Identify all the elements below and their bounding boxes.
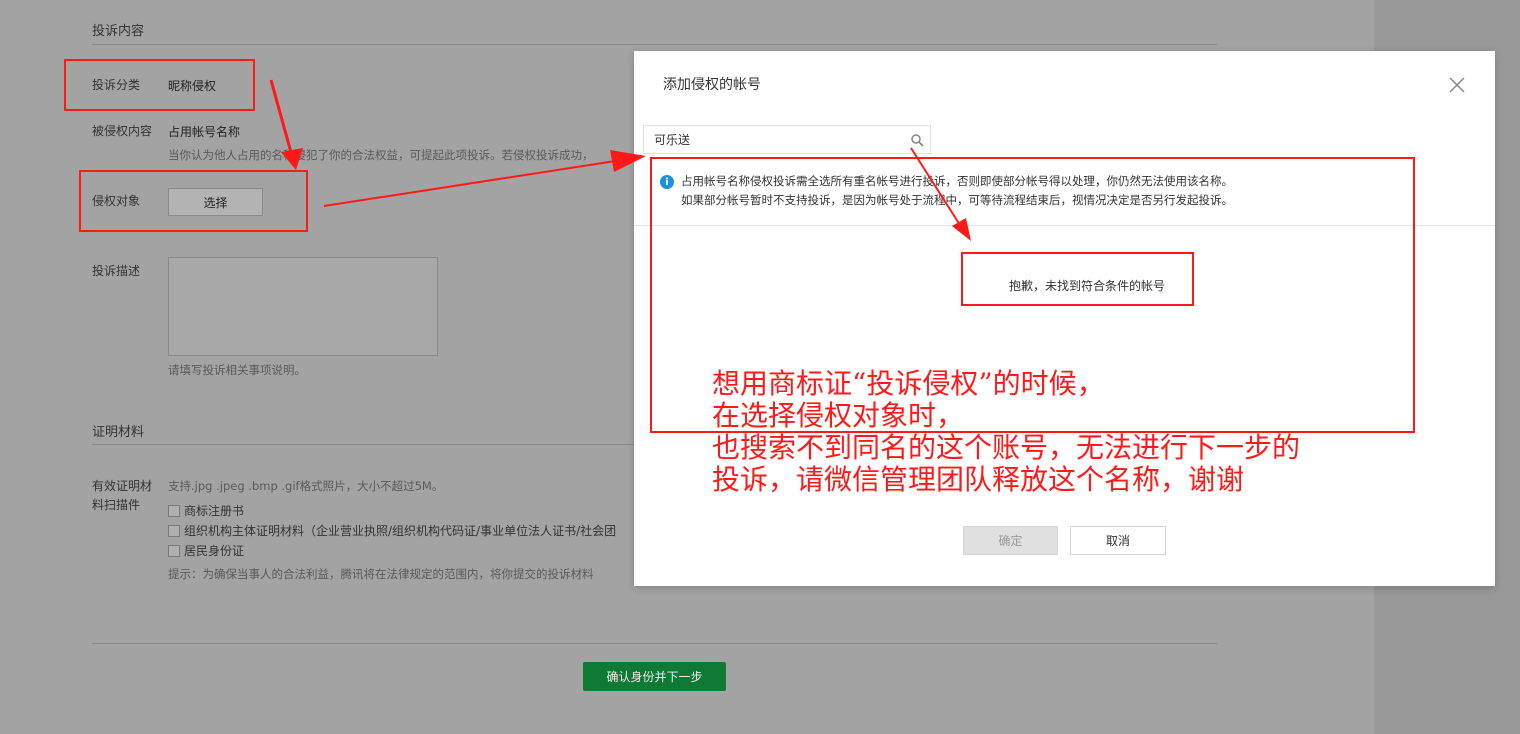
annotation-line-3: 也搜索不到同名的这个账号，无法进行下一步的 bbox=[712, 431, 1301, 464]
annotation-box-target bbox=[79, 170, 308, 232]
confirm-next-button[interactable]: 确认身份并下一步 bbox=[583, 662, 726, 691]
description-hint: 请填写投诉相关事项说明。 bbox=[168, 363, 306, 377]
checkbox-label: 组织机构主体证明材料（企业营业执照/组织机构代码证/事业单位法人证书/社会团 bbox=[184, 524, 617, 538]
infringed-content-value: 占用帐号名称 bbox=[168, 125, 241, 139]
checkbox-id-card[interactable]: 居民身份证 bbox=[168, 542, 244, 559]
section-title-proof: 证明材料 bbox=[92, 425, 145, 440]
cancel-button[interactable]: 取消 bbox=[1070, 526, 1166, 555]
footer-hint: 提示：为确保当事人的合法利益，腾讯将在法律规定的范围内，将你提交的投诉材料 bbox=[168, 567, 594, 581]
infringed-content-label: 被侵权内容 bbox=[92, 124, 153, 138]
proof-hint: 支持.jpg .jpeg .bmp .gif格式照片，大小不超过5M。 bbox=[168, 479, 444, 493]
annotation-line-4: 投诉，请微信管理团队释放这个名称，谢谢 bbox=[712, 463, 1245, 496]
divider bbox=[92, 643, 1217, 644]
checkbox-box[interactable] bbox=[168, 544, 180, 557]
checkbox-organization[interactable]: 组织机构主体证明材料（企业营业执照/组织机构代码证/事业单位法人证书/社会团 bbox=[168, 522, 616, 539]
annotation-line-1: 想用商标证“投诉侵权”的时候， bbox=[712, 367, 1105, 400]
search-icon[interactable] bbox=[910, 133, 924, 147]
section-title-complaint: 投诉内容 bbox=[92, 24, 145, 39]
description-textarea[interactable] bbox=[168, 257, 438, 356]
account-search-input[interactable]: 可乐送 bbox=[643, 125, 931, 154]
checkbox-box[interactable] bbox=[168, 524, 180, 537]
checkbox-label: 居民身份证 bbox=[184, 544, 245, 558]
proof-label-line1: 有效证明材 bbox=[92, 479, 153, 493]
annotation-box-category bbox=[64, 59, 255, 111]
checkbox-label: 商标注册书 bbox=[184, 504, 245, 518]
infringed-hint: 当你认为他人占用的名称侵犯了你的合法权益，可提起此项投诉。若侵权投诉成功， bbox=[168, 148, 594, 162]
annotation-box-empty bbox=[961, 252, 1194, 306]
checkbox-trademark[interactable]: 商标注册书 bbox=[168, 502, 244, 519]
confirm-button[interactable]: 确定 bbox=[963, 526, 1058, 555]
close-icon[interactable] bbox=[1447, 75, 1467, 95]
proof-label-line2: 料扫描件 bbox=[92, 498, 141, 512]
annotation-text: 想用商标证“投诉侵权”的时候， 在选择侵权对象时， 也搜索不到同名的这个账号，无… bbox=[712, 368, 1300, 496]
search-input-value: 可乐送 bbox=[654, 133, 691, 147]
dialog-title: 添加侵权的帐号 bbox=[663, 77, 761, 93]
description-label: 投诉描述 bbox=[92, 264, 141, 278]
divider bbox=[92, 44, 1217, 45]
checkbox-box[interactable] bbox=[168, 504, 180, 517]
annotation-line-2: 在选择侵权对象时， bbox=[712, 399, 965, 432]
